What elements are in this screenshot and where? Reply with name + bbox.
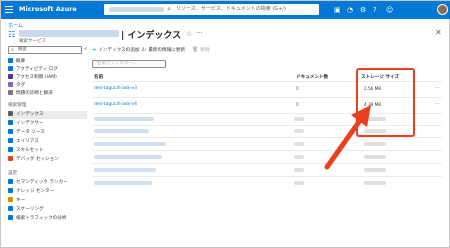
row-divider xyxy=(92,137,442,138)
key-icon xyxy=(8,197,13,202)
refresh-icon: ↻ xyxy=(142,47,147,53)
redacted-row xyxy=(94,117,154,121)
nav-section-search-management: 検索管理 xyxy=(8,103,27,108)
redacted-row xyxy=(94,168,156,172)
redacted-cell xyxy=(294,117,304,121)
debug-icon xyxy=(8,156,13,161)
avatar[interactable] xyxy=(437,4,448,15)
indexer-icon xyxy=(8,120,13,125)
redacted-cell xyxy=(294,129,304,133)
semantic-ranker-icon xyxy=(8,179,13,184)
row-divider xyxy=(92,176,442,177)
access-control-icon xyxy=(8,74,13,79)
wrench-icon xyxy=(8,90,13,95)
nav-item-traffic-analytics[interactable]: 検索トラフィックの分析 xyxy=(8,215,87,223)
notifications-icon[interactable]: ◔ xyxy=(347,5,353,15)
nav-item-diagnose[interactable]: 問題の診断と解決 xyxy=(8,90,87,98)
redacted-cell xyxy=(294,168,304,172)
knowledge-center-icon xyxy=(8,188,13,193)
feedback-icon[interactable]: ☺ xyxy=(386,5,393,15)
filter-input[interactable]: 名前でフィルター... xyxy=(92,60,166,68)
index-icon xyxy=(8,111,13,116)
trash-icon: 🗑 xyxy=(192,47,199,53)
nav-item-activity-log[interactable]: アクティビティ ログ xyxy=(8,66,87,74)
nav-item-tags[interactable]: タグ xyxy=(8,82,87,90)
nav-item-overview[interactable]: 概要 xyxy=(8,58,87,66)
search-icon: ⌕ xyxy=(167,5,171,13)
search-placeholder: リソース、サービス、ドキュメントの検索 (G+/) xyxy=(176,6,286,12)
nav-item-debug-sessions[interactable]: デバッグ セッション xyxy=(8,156,87,164)
more-options-icon[interactable]: ··· xyxy=(196,29,203,37)
redacted-cell xyxy=(294,142,304,146)
plus-icon: + xyxy=(92,47,97,53)
hamburger-menu-icon[interactable] xyxy=(5,6,13,13)
analytics-icon xyxy=(8,215,13,220)
alias-icon xyxy=(8,138,13,143)
skillset-icon xyxy=(8,147,13,152)
nav-item-semantic-ranker[interactable]: セマンティック ランカー xyxy=(8,179,87,187)
table-row-doc-count: 0 xyxy=(296,102,299,107)
redacted-cell xyxy=(294,155,304,159)
row-more-icon[interactable]: ··· xyxy=(435,101,440,107)
redacted-row xyxy=(94,142,166,146)
overview-icon xyxy=(8,58,13,63)
nav-search-input[interactable]: ⌕ 検索 xyxy=(8,46,82,54)
redacted-cell xyxy=(364,181,386,185)
breadcrumb[interactable]: ホーム xyxy=(8,22,23,29)
redacted-row xyxy=(94,155,162,159)
nav-item-knowledge-center[interactable]: ナレッジ センター xyxy=(8,188,87,196)
help-icon[interactable]: ? xyxy=(373,5,377,15)
nav-item-aliases[interactable]: エイリアス xyxy=(8,138,87,146)
nav-item-scaling[interactable]: スケーリング xyxy=(8,206,87,214)
table-row-name-link[interactable]: dev-tagucih-ask-v4 xyxy=(94,102,137,107)
data-source-icon xyxy=(8,129,13,134)
nav-item-keys[interactable]: キー xyxy=(8,197,87,205)
search-icon: ⌕ xyxy=(11,47,14,53)
pin-icon[interactable]: ☆ xyxy=(186,30,192,38)
redacted-row xyxy=(94,129,149,133)
refresh-button[interactable]: ↻ 最新の情報に更新 xyxy=(142,46,185,55)
redacted-row xyxy=(94,181,152,185)
activity-log-icon xyxy=(8,66,13,71)
redacted-cell xyxy=(294,181,304,185)
nav-item-indexers[interactable]: インデクサー xyxy=(8,120,87,128)
add-index-button[interactable]: + インデックスの追加 ⌄ xyxy=(92,46,145,55)
nav-item-data-sources[interactable]: データ ソース xyxy=(8,129,87,137)
top-bar: Microsoft Azure ⌕ リソース、サービス、ドキュメントの検索 (G… xyxy=(1,1,450,19)
annotation-arrow-icon xyxy=(324,105,371,170)
close-icon[interactable]: ✕ xyxy=(435,28,442,37)
search-service-icon: ☷ xyxy=(8,30,16,39)
settings-icon[interactable]: ⚙ xyxy=(360,5,366,15)
row-divider xyxy=(92,163,442,164)
row-more-icon[interactable]: ··· xyxy=(435,85,440,91)
row-divider xyxy=(92,150,442,151)
global-search-input[interactable]: ⌕ リソース、サービス、ドキュメントの検索 (G+/) xyxy=(104,4,319,15)
nav-search-placeholder: 検索 xyxy=(18,47,27,52)
app-title[interactable]: Microsoft Azure xyxy=(19,5,77,13)
redacted-service-name xyxy=(19,30,119,37)
collapse-nav-icon[interactable]: « xyxy=(84,46,87,52)
table-row-name-link[interactable]: dev-tagucih-ask-v3 xyxy=(94,86,137,91)
cloud-shell-icon[interactable]: ▣ xyxy=(334,5,341,15)
redacted-area xyxy=(109,7,164,12)
page-subtitle: 検索サービス xyxy=(19,39,46,44)
scale-icon xyxy=(8,206,13,211)
page-title: | インデックス xyxy=(121,31,182,41)
nav-item-indexes[interactable]: インデックス xyxy=(8,111,87,119)
nav-section-settings: 設定 xyxy=(8,171,18,176)
table-row-doc-count: 0 xyxy=(296,86,299,91)
delete-button[interactable]: 🗑 削除 xyxy=(192,46,210,55)
tag-icon xyxy=(8,82,13,87)
app-window: Microsoft Azure ⌕ リソース、サービス、ドキュメントの検索 (G… xyxy=(0,0,450,248)
nav-item-skillsets[interactable]: スキルセット xyxy=(8,147,87,155)
nav-item-access-control[interactable]: アクセス制御 (IAM) xyxy=(8,74,87,82)
column-header-name[interactable]: 名前 xyxy=(94,74,103,80)
column-header-doc-count[interactable]: ドキュメント数 xyxy=(296,74,328,80)
